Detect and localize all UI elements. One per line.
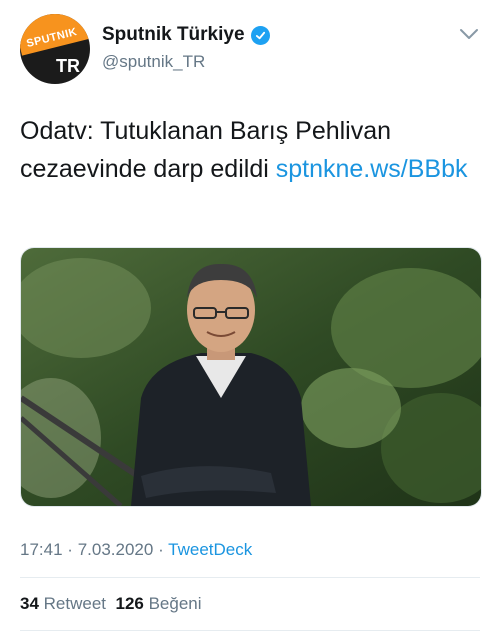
tweet-media-photo[interactable] xyxy=(20,247,482,507)
account-names: Sputnik Türkiye @sputnik_TR xyxy=(102,24,270,72)
tweet-stats: 34 Retweet 126 Beğeni xyxy=(20,594,202,614)
meta-separator: · xyxy=(67,540,73,559)
display-name-row[interactable]: Sputnik Türkiye xyxy=(102,24,270,46)
verified-badge-icon xyxy=(250,25,270,45)
tweet-meta: 17:41 · 7.03.2020 · TweetDeck xyxy=(20,540,252,560)
likes-stat[interactable]: 126 Beğeni xyxy=(115,594,201,613)
meta-separator: · xyxy=(158,540,164,559)
tweet-text: Odatv: Tutuklanan Barış Pehlivan cezaevi… xyxy=(20,112,480,188)
like-count: 126 xyxy=(115,594,144,613)
avatar-region-text: TR xyxy=(56,56,80,76)
avatar[interactable]: SPUTNIK TR xyxy=(20,14,90,84)
tweet-source-link[interactable]: TweetDeck xyxy=(168,540,252,559)
like-label: Beğeni xyxy=(148,594,202,613)
photo-of-man-in-suit xyxy=(21,248,481,506)
retweets-stat[interactable]: 34 Retweet xyxy=(20,594,106,613)
retweet-count: 34 xyxy=(20,594,39,613)
divider xyxy=(20,630,480,631)
chevron-down-icon[interactable] xyxy=(458,26,480,42)
account-handle[interactable]: @sputnik_TR xyxy=(102,52,270,72)
tweet-time[interactable]: 17:41 xyxy=(20,540,63,559)
divider xyxy=(20,577,480,578)
display-name[interactable]: Sputnik Türkiye xyxy=(102,24,245,46)
retweet-label: Retweet xyxy=(43,594,107,613)
tweet-header: SPUTNIK TR Sputnik Türkiye @sputnik_TR xyxy=(20,14,480,86)
tweet-date[interactable]: 7.03.2020 xyxy=(78,540,154,559)
tweet-link[interactable]: sptnkne.ws/BBbk xyxy=(276,155,468,183)
